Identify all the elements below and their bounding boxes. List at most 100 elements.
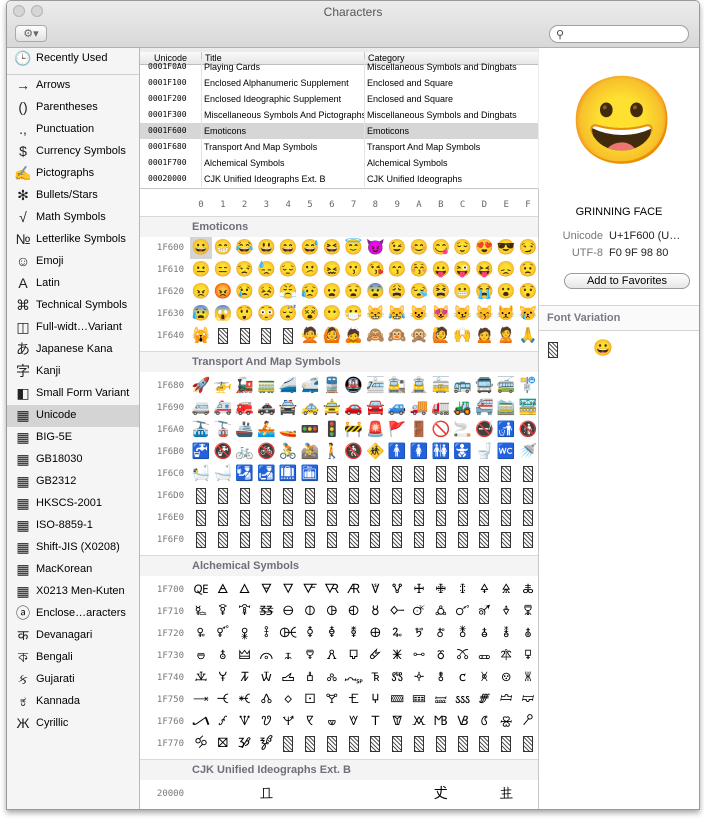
glyph-cell[interactable]: 🚱: [212, 441, 234, 463]
glyph-cell[interactable]: 😉: [386, 237, 408, 259]
sidebar-item[interactable]: ☺ Emoji: [7, 251, 139, 273]
table-row[interactable]: 0001F200 Enclosed Ideographic Supplement E…: [140, 91, 538, 107]
glyph-cell[interactable]: 🚗: [343, 397, 365, 419]
glyph-cell[interactable]: 🚀: [190, 375, 212, 397]
glyph-cell[interactable]: 😺: [408, 303, 430, 325]
glyph-cell[interactable]: 🚩: [386, 419, 408, 441]
glyph-cell[interactable]: 🚞: [495, 397, 517, 419]
missing-glyph[interactable]: [479, 466, 489, 482]
glyph-cell[interactable]: 🝉: [386, 667, 408, 689]
glyph-cell[interactable]: 🚰: [190, 441, 212, 463]
missing-glyph[interactable]: [436, 466, 446, 482]
glyph-cell[interactable]: 🝳: [255, 733, 277, 755]
sidebar-item[interactable]: → Arrows: [7, 75, 139, 97]
missing-glyph[interactable]: [196, 532, 206, 548]
glyph-cell[interactable]: 😏: [517, 237, 539, 259]
glyph-cell[interactable]: 🜯: [517, 623, 539, 645]
glyph-cell[interactable]: 😭: [473, 281, 495, 303]
glyph-cell[interactable]: 😅: [299, 237, 321, 259]
glyph-cell[interactable]: 🚺: [408, 441, 430, 463]
glyph-cell[interactable]: 🜑: [212, 601, 234, 623]
glyph-cell[interactable]: 🚛: [430, 397, 452, 419]
gear-menu-button[interactable]: ⚙▾: [15, 25, 47, 42]
glyph-cell[interactable]: 🝊: [408, 667, 430, 689]
missing-glyph[interactable]: [414, 532, 424, 548]
glyph-cell[interactable]: 🚕: [299, 397, 321, 419]
missing-glyph[interactable]: [414, 488, 424, 504]
glyph-cell[interactable]: 🜛: [430, 601, 452, 623]
missing-glyph[interactable]: [283, 736, 293, 752]
glyph-cell[interactable]: 🚾: [495, 441, 517, 463]
glyph-cell[interactable]: 😑: [212, 259, 234, 281]
missing-glyph[interactable]: [523, 488, 533, 504]
glyph-cell[interactable]: 🜟: [517, 601, 539, 623]
glyph-cell[interactable]: 🚸: [364, 441, 386, 463]
glyph-cell[interactable]: 🜏: [517, 579, 539, 601]
glyph-cell[interactable]: 🙇: [343, 325, 365, 347]
sidebar-item[interactable]: ಕ Kannada: [7, 691, 139, 713]
sidebar-item[interactable]: ▦ ISO-8859-1: [7, 515, 139, 537]
glyph-cell[interactable]: 🜩: [386, 623, 408, 645]
glyph-cell[interactable]: 🛅: [299, 463, 321, 485]
missing-glyph[interactable]: [327, 736, 337, 752]
glyph-cell[interactable]: 🚲: [234, 441, 256, 463]
glyph-cell[interactable]: 🚻: [430, 441, 452, 463]
glyph-cell[interactable]: 😃: [255, 237, 277, 259]
missing-glyph[interactable]: [501, 488, 511, 504]
glyph-cell[interactable]: 🝬: [452, 711, 474, 733]
sidebar-item[interactable]: あ Japanese Kana: [7, 339, 139, 361]
glyph-cell[interactable]: 😼: [452, 303, 474, 325]
missing-glyph[interactable]: [436, 736, 446, 752]
glyph-cell[interactable]: 🚬: [452, 419, 474, 441]
glyph-cell[interactable]: 😍: [473, 237, 495, 259]
glyph-cell[interactable]: 😾: [495, 303, 517, 325]
sidebar-item[interactable]: 字 Kanji: [7, 361, 139, 383]
glyph-cell[interactable]: 🝫: [430, 711, 452, 733]
missing-glyph[interactable]: [240, 510, 250, 526]
glyph-cell[interactable]: 🛃: [255, 463, 277, 485]
glyph-cell[interactable]: 🜹: [386, 645, 408, 667]
sidebar-item[interactable]: ., Punctuation: [7, 119, 139, 141]
glyph-cell[interactable]: 😠: [190, 281, 212, 303]
glyph-cell[interactable]: 😋: [430, 237, 452, 259]
glyph-cell[interactable]: 😹: [386, 303, 408, 325]
glyph-cell[interactable]: 😷: [343, 303, 365, 325]
glyph-cell[interactable]: 🝇: [343, 667, 365, 689]
glyph-cell[interactable]: 🜱: [212, 645, 234, 667]
missing-glyph[interactable]: [414, 736, 424, 752]
glyph-cell[interactable]: 🚨: [364, 419, 386, 441]
glyph-cell[interactable]: 😦: [321, 281, 343, 303]
glyph-cell[interactable]: 🜉: [386, 579, 408, 601]
missing-glyph[interactable]: [436, 532, 446, 548]
glyph-cell[interactable]: 🚡: [212, 419, 234, 441]
glyph-cell[interactable]: 🜗: [343, 601, 365, 623]
glyph-cell[interactable]: 🝦: [321, 711, 343, 733]
glyph-cell[interactable]: 🝅: [299, 667, 321, 689]
glyph-cell[interactable]: 😄: [277, 237, 299, 259]
glyph-cell[interactable]: 😮: [495, 281, 517, 303]
glyph-cell[interactable]: 🛀: [190, 463, 212, 485]
glyph-cell[interactable]: 🜶: [321, 645, 343, 667]
table-row[interactable]: 00020000 CJK Unified Ideographs Ext. B CJK…: [140, 171, 538, 187]
glyph-cell[interactable]: 𠀀: [190, 783, 212, 805]
glyph-cell[interactable]: 🜨: [364, 623, 386, 645]
sidebar-item[interactable]: क Devanagari: [7, 625, 139, 647]
glyph-cell[interactable]: 🜆: [321, 579, 343, 601]
glyph-cell[interactable]: 🜝: [473, 601, 495, 623]
glyph-cell[interactable]: 🚯: [517, 419, 539, 441]
missing-glyph[interactable]: [523, 532, 533, 548]
missing-glyph[interactable]: [458, 466, 468, 482]
glyph-cell[interactable]: 🚠: [190, 419, 212, 441]
glyph-cell[interactable]: 😣: [255, 281, 277, 303]
glyph-cell[interactable]: 🚣: [255, 419, 277, 441]
glyph-cell[interactable]: 😽: [473, 303, 495, 325]
glyph-cell[interactable]: 😀: [190, 237, 212, 259]
glyph-cell[interactable]: 🚘: [364, 397, 386, 419]
glyph-cell[interactable]: 🚑: [212, 397, 234, 419]
glyph-cell[interactable]: 🝪: [408, 711, 430, 733]
glyph-cell[interactable]: 🜕: [299, 601, 321, 623]
sidebar-item[interactable]: ✍ Pictographs: [7, 163, 139, 185]
missing-glyph[interactable]: [283, 532, 293, 548]
glyph-cell[interactable]: 🚌: [452, 375, 474, 397]
glyph-cell[interactable]: 🜀: [190, 579, 212, 601]
